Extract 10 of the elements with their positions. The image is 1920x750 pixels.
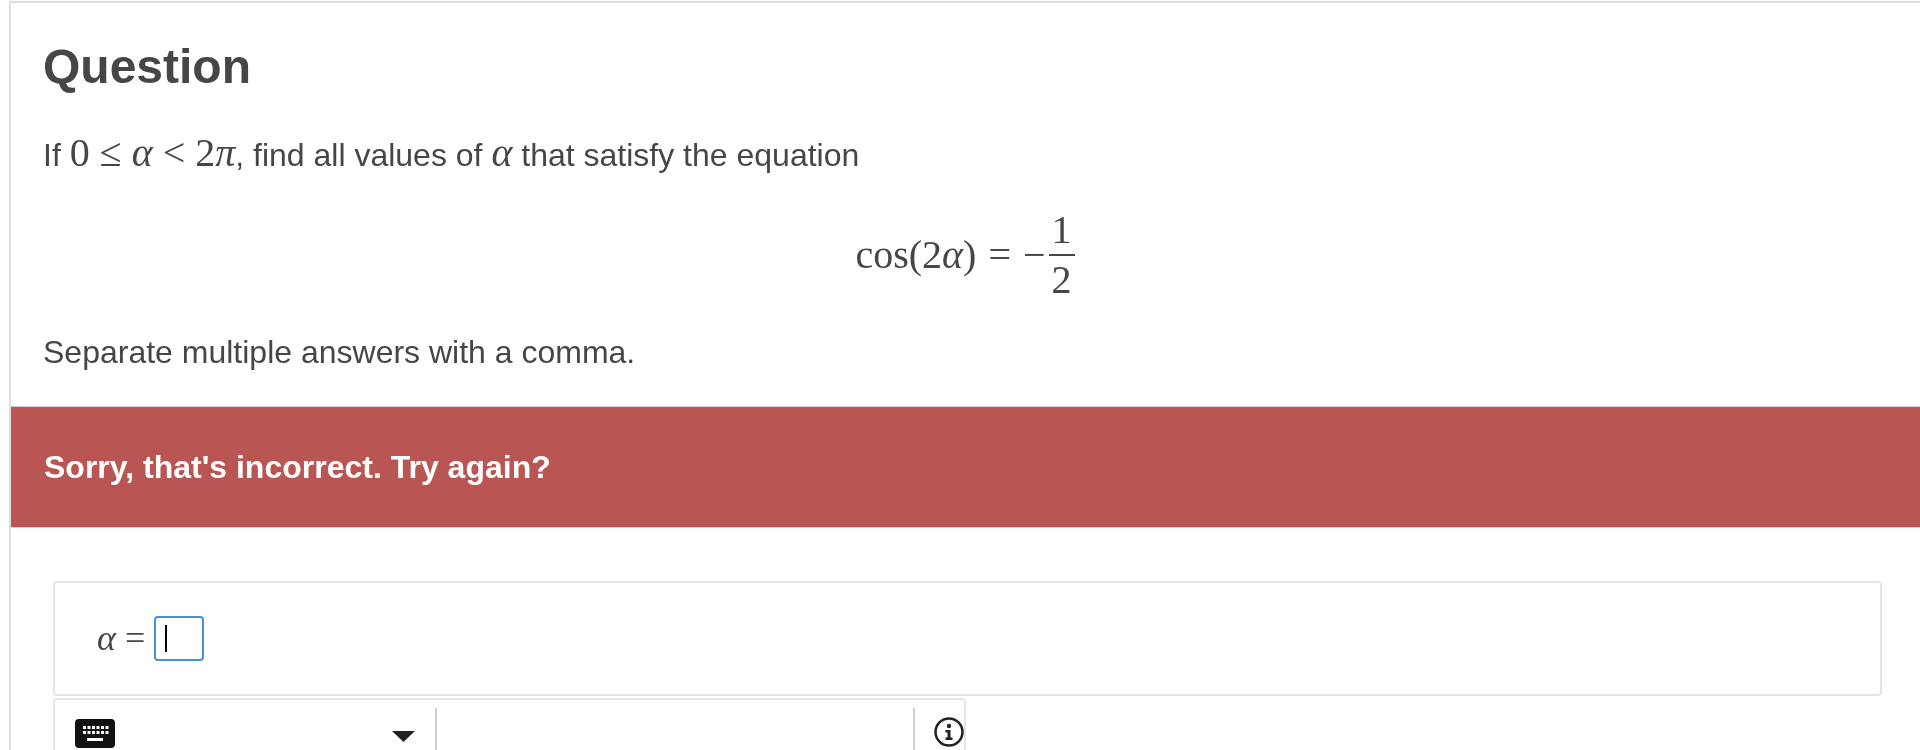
text-cursor-icon [165, 624, 168, 652]
question-prompt: If 0 ≤ α < 2π, find all values of α that satisfy the equation [43, 130, 861, 177]
feedback-message: Sorry, that's incorrect. Try again? [44, 447, 551, 487]
answer-label: α = [97, 620, 146, 657]
question-heading: Question [43, 39, 252, 95]
caret-down-icon[interactable] [392, 730, 415, 742]
info-icon[interactable] [934, 716, 964, 747]
answer-field[interactable] [154, 615, 205, 661]
keyboard-icon[interactable] [75, 718, 115, 748]
instruction-text: Separate multiple answers with a comma. [43, 332, 637, 372]
